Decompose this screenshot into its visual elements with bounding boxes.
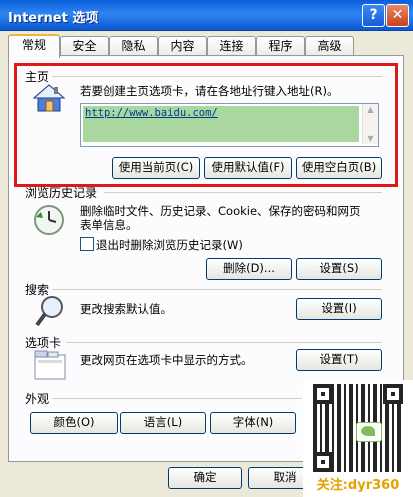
history-clock-icon — [32, 203, 66, 240]
appearance-group-label: 外观 — [25, 392, 50, 406]
tab-content[interactable]: 内容 — [158, 36, 207, 56]
search-divider — [52, 289, 382, 290]
tab-privacy[interactable]: 隐私 — [109, 36, 158, 56]
help-button[interactable]: ? — [362, 4, 385, 27]
history-settings-button[interactable]: 设置(S) — [296, 258, 382, 280]
qr-code-image — [313, 384, 403, 472]
qr-logo-icon — [356, 422, 382, 442]
colors-button[interactable]: 颜色(O) — [30, 412, 118, 434]
ok-button[interactable]: 确定 — [168, 467, 242, 489]
qr-finder-pattern — [313, 452, 333, 472]
history-divider — [104, 192, 382, 193]
tabs-settings-button[interactable]: 设置(T) — [296, 349, 382, 371]
tabs-divider — [66, 342, 382, 343]
tab-security[interactable]: 安全 — [60, 36, 109, 56]
qr-watermark: 关注:dyr360 — [303, 380, 413, 497]
tab-connections[interactable]: 连接 — [207, 36, 256, 56]
appearance-divider — [52, 398, 302, 399]
window-title: Internet 选项 — [8, 11, 99, 26]
history-group-label: 浏览历史记录 — [25, 186, 98, 200]
history-description-line2: 表单信息。 — [80, 218, 138, 232]
qr-finder-pattern — [383, 384, 403, 404]
delete-on-exit-checkbox[interactable] — [80, 237, 94, 251]
delete-on-exit-label[interactable]: 退出时删除浏览历史记录(W) — [96, 237, 243, 253]
languages-button[interactable]: 语言(L) — [120, 412, 206, 434]
tabs-window-icon — [33, 349, 67, 384]
highlight-box — [14, 63, 398, 187]
qr-finder-pattern — [313, 384, 333, 404]
close-button[interactable]: ✕ — [386, 4, 409, 27]
fonts-button[interactable]: 字体(N) — [210, 412, 296, 434]
search-settings-button[interactable]: 设置(I) — [296, 298, 382, 320]
tab-advanced[interactable]: 高级 — [305, 36, 354, 56]
title-bar: Internet 选项 ? ✕ — [0, 0, 413, 31]
tabs-description: 更改网页在选项卡中显示的方式。 — [80, 353, 253, 367]
search-description: 更改搜索默认值。 — [80, 302, 172, 316]
tab-general[interactable]: 常规 — [8, 34, 60, 58]
delete-history-button[interactable]: 删除(D)... — [206, 258, 292, 280]
search-icon — [34, 294, 66, 331]
tab-programs[interactable]: 程序 — [256, 36, 305, 56]
watermark-caption: 关注:dyr360 — [303, 475, 413, 497]
